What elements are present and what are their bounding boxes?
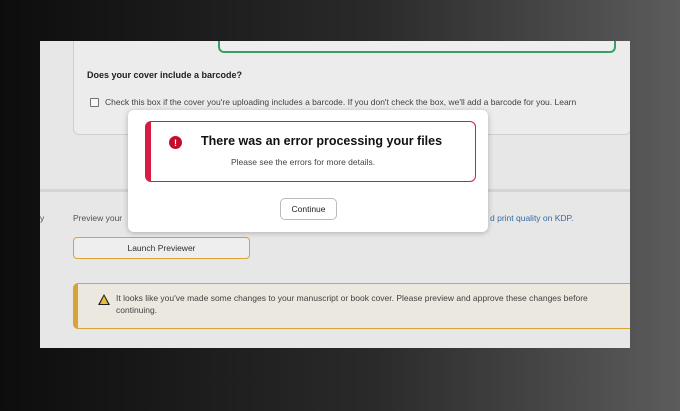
continue-button[interactable]: Continue bbox=[280, 198, 337, 220]
error-modal: ! There was an error processing your fil… bbox=[128, 110, 488, 232]
error-subtitle: Please see the errors for more details. bbox=[231, 157, 376, 167]
error-alert: ! There was an error processing your fil… bbox=[145, 121, 476, 182]
error-title: There was an error processing your files bbox=[201, 134, 443, 148]
kdp-screenshot: Does your cover include a barcode? Check… bbox=[40, 41, 630, 348]
error-icon: ! bbox=[169, 136, 182, 149]
